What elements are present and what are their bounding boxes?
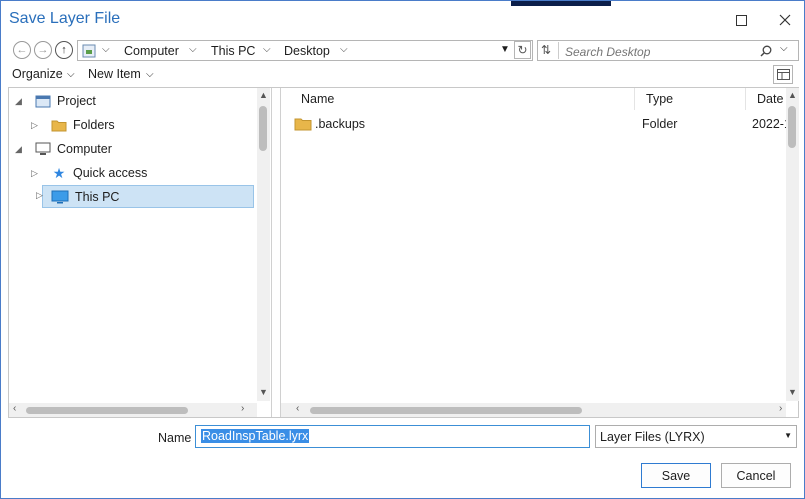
breadcrumb-computer[interactable]: Computer <box>124 44 179 58</box>
view-options-button[interactable] <box>773 65 793 84</box>
file-name-field[interactable]: RoadInspTable.lyrx <box>195 425 590 448</box>
tree-label-computer: Computer <box>57 142 112 156</box>
scroll-right-icon[interactable]: › <box>779 403 782 414</box>
back-button[interactable]: ← <box>13 41 31 59</box>
maximize-icon <box>735 14 747 26</box>
expand-icon[interactable]: ▷ <box>31 120 45 131</box>
close-button[interactable] <box>773 9 797 31</box>
file-row[interactable]: .backups Folder 2022-1 <box>281 113 791 135</box>
scroll-up-icon[interactable]: ▲ <box>259 90 268 100</box>
file-type-value: Layer Files (LYRX) <box>600 429 705 444</box>
address-bar[interactable]: ⌵ Computer ⌵ This PC ⌵ Desktop ⌵ ▼ <box>77 40 533 61</box>
file-type-select[interactable]: Layer Files (LYRX) ▼ <box>595 425 797 448</box>
arrow-right-icon: → <box>37 44 49 56</box>
scroll-left-icon[interactable]: ‹ <box>296 403 299 414</box>
dropdown-arrow-icon[interactable]: ▼ <box>784 431 792 440</box>
background-window-strip <box>511 1 611 6</box>
files-vertical-scrollbar[interactable]: ▲ ▼ <box>786 88 799 401</box>
sort-icon[interactable]: ⇅ <box>541 43 551 57</box>
cancel-button[interactable]: Cancel <box>721 463 791 488</box>
project-icon <box>35 95 51 108</box>
chevron-down-icon[interactable]: ⌵ <box>263 44 271 55</box>
tree-label-project: Project <box>57 94 96 108</box>
file-name-value[interactable]: RoadInspTable.lyrx <box>201 429 310 443</box>
expand-icon[interactable]: ▷ <box>31 168 45 179</box>
new-item-menu[interactable]: New Item <box>88 67 141 81</box>
search-divider <box>558 42 559 59</box>
chevron-down-icon[interactable]: ⌵ <box>146 69 154 80</box>
browse-panes: ◢ Project ▷ Folders ◢ Computer ▷ ★ Quick… <box>8 87 799 418</box>
chevron-down-icon[interactable]: ⌵ <box>67 69 75 80</box>
chevron-down-icon[interactable]: ⌵ <box>340 44 348 55</box>
save-layer-file-dialog: Save Layer File ← → ↑ ⌵ Computer ⌵ This … <box>0 0 805 499</box>
file-type: Folder <box>642 117 678 131</box>
tree-item-quick-access[interactable]: ▷ ★ Quick access <box>31 162 147 184</box>
computer-icon <box>35 142 51 155</box>
dialog-title: Save Layer File <box>9 10 121 27</box>
navigation-bar: ← → ↑ ⌵ Computer ⌵ This PC ⌵ Desktop ⌵ ▼… <box>1 38 804 64</box>
files-horizontal-scrollbar[interactable]: ‹ › <box>281 403 786 417</box>
tree-vertical-scrollbar[interactable]: ▲ ▼ <box>257 88 270 401</box>
arrow-left-icon: ← <box>16 44 28 56</box>
scroll-right-icon[interactable]: › <box>241 403 244 414</box>
navigation-pane: ◢ Project ▷ Folders ◢ Computer ▷ ★ Quick… <box>9 88 272 417</box>
scroll-down-icon[interactable]: ▼ <box>259 387 268 397</box>
tree-label-folders: Folders <box>73 118 115 132</box>
history-dropdown-icon[interactable]: ▼ <box>500 44 510 55</box>
column-header-type[interactable]: Type <box>636 88 746 110</box>
location-icon <box>82 44 96 58</box>
breadcrumb-desktop[interactable]: Desktop <box>284 44 330 58</box>
refresh-icon: ↻ <box>517 43 528 57</box>
expand-icon[interactable]: ▷ <box>36 190 43 201</box>
scroll-thumb[interactable] <box>788 106 796 148</box>
scroll-thumb[interactable] <box>310 407 582 414</box>
details-view-icon <box>776 69 790 80</box>
breadcrumb-this-pc[interactable]: This PC <box>211 44 255 58</box>
tree-label-this-pc: This PC <box>75 189 120 204</box>
search-box[interactable]: ⇅ ⌵ <box>537 40 799 61</box>
up-button[interactable]: ↑ <box>55 41 73 59</box>
folder-icon <box>51 120 67 132</box>
tree-item-this-pc[interactable]: This PC <box>42 185 254 208</box>
search-input[interactable] <box>563 42 757 61</box>
collapse-icon[interactable]: ◢ <box>15 96 29 107</box>
save-button[interactable]: Save <box>641 463 711 488</box>
refresh-button[interactable]: ↻ <box>514 41 531 59</box>
command-toolbar: Organize ⌵ New Item ⌵ <box>1 65 804 85</box>
tree-item-computer[interactable]: ◢ Computer <box>15 138 112 160</box>
name-label: Name <box>158 431 192 445</box>
tree-item-project[interactable]: ◢ Project <box>15 90 96 112</box>
chevron-down-icon[interactable]: ⌵ <box>102 44 110 55</box>
monitor-icon <box>51 190 69 203</box>
chevron-down-icon[interactable]: ⌵ <box>780 43 788 54</box>
chevron-down-icon[interactable]: ⌵ <box>189 44 197 55</box>
scroll-left-icon[interactable]: ‹ <box>13 403 16 414</box>
folder-icon <box>294 118 312 131</box>
scroll-thumb[interactable] <box>259 106 267 151</box>
tree-horizontal-scrollbar[interactable]: ‹ › <box>9 403 257 417</box>
search-icon[interactable] <box>760 45 772 57</box>
tree-item-folders[interactable]: ▷ Folders <box>31 114 115 136</box>
column-header-date[interactable]: Date <box>747 88 787 110</box>
collapse-icon[interactable]: ◢ <box>15 144 29 155</box>
close-icon <box>779 14 791 26</box>
scroll-down-icon[interactable]: ▼ <box>788 387 797 397</box>
arrow-up-icon: ↑ <box>61 44 67 56</box>
forward-button[interactable]: → <box>34 41 52 59</box>
star-icon: ★ <box>52 164 66 181</box>
organize-menu[interactable]: Organize <box>12 67 63 81</box>
scroll-up-icon[interactable]: ▲ <box>788 90 797 100</box>
scroll-thumb[interactable] <box>26 407 188 414</box>
column-header-name[interactable]: Name <box>291 88 635 110</box>
tree-label-quick-access: Quick access <box>73 166 148 180</box>
file-list-pane: Name Type Date .backups Folder 2022-1 ▲ … <box>280 88 799 417</box>
maximize-button[interactable] <box>729 9 753 31</box>
file-name: .backups <box>315 117 366 131</box>
